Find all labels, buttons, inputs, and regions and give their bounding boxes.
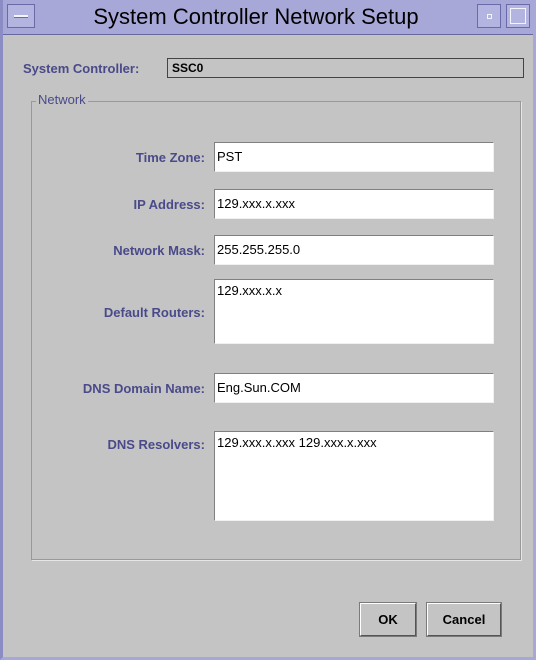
network-mask-label: Network Mask: [113,243,205,258]
maximize-glyph [510,8,526,24]
default-routers-label: Default Routers: [103,305,205,320]
default-routers-textarea[interactable]: 129.xxx.x.x [214,279,494,344]
title-bar[interactable]: System Controller Network Setup [3,0,533,35]
maximize-icon[interactable] [506,4,530,28]
network-group-title: Network [36,92,88,107]
ip-address-field[interactable]: 129.xxx.x.xxx [214,189,494,219]
dns-resolvers-label: DNS Resolvers: [107,437,205,452]
minimize-glyph [486,13,492,19]
window-menu-bar [14,14,28,18]
dns-resolvers-textarea[interactable]: 129.xxx.x.xxx 129.xxx.x.xxx [214,431,494,521]
system-controller-label: System Controller: [23,61,140,76]
time-zone-field[interactable]: PST [214,142,494,172]
window-title: System Controller Network Setup [93,4,419,29]
dialog-window: System Controller Network Setup System C… [0,0,536,660]
window-menu-icon[interactable] [7,4,35,28]
system-controller-value: SSC0 [167,58,524,78]
ip-address-label: IP Address: [133,197,205,212]
ok-button[interactable]: OK [360,603,416,636]
minimize-icon[interactable] [477,4,501,28]
dns-domain-label: DNS Domain Name: [82,381,205,396]
dns-domain-field[interactable]: Eng.Sun.COM [214,373,494,403]
cancel-button[interactable]: Cancel [427,603,501,636]
network-mask-field[interactable]: 255.255.255.0 [214,235,494,265]
time-zone-label: Time Zone: [135,150,205,165]
